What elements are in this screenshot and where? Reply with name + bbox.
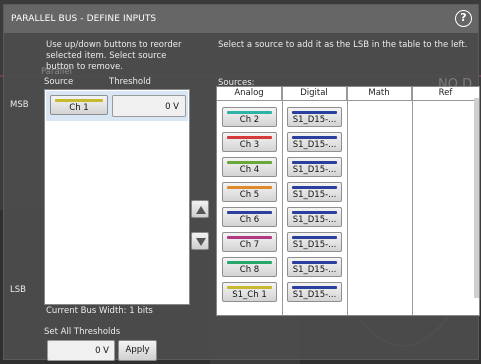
- digital-source-button-6[interactable]: S1_D15-...: [287, 232, 342, 252]
- source-chip-label: S1_D15-...: [292, 190, 337, 200]
- channel-color-stripe: [292, 136, 337, 139]
- channel-color-stripe: [227, 186, 272, 189]
- column-divider: [282, 87, 283, 315]
- triangle-up-icon: [196, 206, 206, 214]
- source-chip-ch1[interactable]: Ch 1: [50, 95, 108, 115]
- help-icon[interactable]: ?: [455, 10, 472, 27]
- channel-color-stripe: [227, 236, 272, 239]
- source-chip-label: Ch 5: [239, 190, 260, 200]
- source-chip-label: Ch 7: [239, 240, 260, 250]
- source-chip-label: Ch 4: [239, 165, 260, 175]
- set-all-thresholds-field[interactable]: 0 V: [47, 340, 115, 361]
- digital-source-button-4[interactable]: S1_D15-...: [287, 182, 342, 202]
- sources-table: Analog Digital Math Ref Ch 2 Ch 3 Ch 4 Ch 5…: [216, 86, 480, 316]
- bus-input-list[interactable]: Ch 1 0 V: [44, 89, 190, 305]
- source-chip-label: S1_D15-...: [292, 240, 337, 250]
- bus-width-label: Current Bus Width: 1 bits: [46, 306, 153, 316]
- threshold-value: 0 V: [165, 102, 179, 112]
- digital-source-button-8[interactable]: S1_D15-...: [287, 282, 342, 302]
- threshold-field[interactable]: 0 V: [112, 95, 186, 117]
- channel-color-stripe: [292, 286, 337, 289]
- threshold-column-header: Threshold: [109, 77, 151, 87]
- source-chip-label: Ch 8: [239, 265, 260, 275]
- reorder-instructions: Use up/down buttons to reorder selected …: [46, 40, 182, 72]
- source-chip-label: S1_D15-...: [292, 115, 337, 125]
- channel-color-stripe: [227, 286, 272, 289]
- source-chip-label: Ch 6: [239, 215, 260, 225]
- digital-source-button-2[interactable]: S1_D15-...: [287, 132, 342, 152]
- source-chip-label: S1_D15-...: [292, 140, 337, 150]
- column-divider: [347, 87, 348, 315]
- digital-source-button-3[interactable]: S1_D15-...: [287, 157, 342, 177]
- analog-source-button-4[interactable]: Ch 5: [222, 182, 277, 202]
- column-header-ref: Ref: [412, 87, 479, 101]
- analog-source-button-3[interactable]: Ch 4: [222, 157, 277, 177]
- source-instructions: Select a source to add it as the LSB in …: [218, 40, 468, 50]
- title-bar: PARALLEL BUS - DEFINE INPUTS ?: [4, 5, 478, 33]
- channel-color-stripe: [292, 161, 337, 164]
- channel-color-stripe: [227, 211, 272, 214]
- source-chip-label: S1_D15-...: [292, 215, 337, 225]
- channel-color-stripe: [227, 111, 272, 114]
- analog-source-button-7[interactable]: Ch 8: [222, 257, 277, 277]
- column-header-digital: Digital: [282, 87, 347, 101]
- bus-input-row[interactable]: Ch 1 0 V: [46, 91, 188, 121]
- analog-source-button-8[interactable]: S1_Ch 1: [222, 282, 277, 302]
- digital-source-button-1[interactable]: S1_D15-...: [287, 107, 342, 127]
- msb-label: MSB: [10, 100, 29, 110]
- source-chip-label: S1_D15-...: [292, 165, 337, 175]
- move-down-button[interactable]: [191, 232, 209, 250]
- source-column-header: Source: [44, 77, 74, 87]
- source-chip-label: Ch 1: [69, 103, 89, 113]
- source-chip-label: Ch 2: [239, 115, 260, 125]
- column-divider: [412, 87, 413, 315]
- analog-source-button-6[interactable]: Ch 7: [222, 232, 277, 252]
- dialog-title: PARALLEL BUS - DEFINE INPUTS: [11, 14, 157, 24]
- analog-source-button-5[interactable]: Ch 6: [222, 207, 277, 227]
- source-chip-label: S1_D15-...: [292, 265, 337, 275]
- channel-color-stripe: [55, 99, 103, 102]
- source-chip-label: S1_D15-...: [292, 290, 337, 300]
- source-chip-label: Ch 3: [239, 140, 260, 150]
- analog-source-button-2[interactable]: Ch 3: [222, 132, 277, 152]
- channel-color-stripe: [227, 136, 272, 139]
- apply-button[interactable]: Apply: [118, 340, 157, 361]
- channel-color-stripe: [292, 111, 337, 114]
- sources-scrollbar[interactable]: [474, 98, 479, 298]
- column-header-math: Math: [347, 87, 412, 101]
- channel-color-stripe: [292, 261, 337, 264]
- channel-color-stripe: [292, 211, 337, 214]
- digital-source-button-5[interactable]: S1_D15-...: [287, 207, 342, 227]
- lsb-label: LSB: [10, 285, 26, 295]
- channel-color-stripe: [227, 261, 272, 264]
- set-all-thresholds-label: Set All Thresholds: [44, 327, 121, 337]
- triangle-down-icon: [196, 238, 206, 246]
- channel-color-stripe: [292, 186, 337, 189]
- move-up-button[interactable]: [191, 200, 209, 218]
- column-header-analog: Analog: [217, 87, 282, 101]
- channel-color-stripe: [227, 161, 272, 164]
- digital-source-button-7[interactable]: S1_D15-...: [287, 257, 342, 277]
- set-all-thresholds-value: 0 V: [95, 346, 109, 356]
- source-chip-label: S1_Ch 1: [232, 290, 267, 300]
- analog-source-button-1[interactable]: Ch 2: [222, 107, 277, 127]
- channel-color-stripe: [292, 236, 337, 239]
